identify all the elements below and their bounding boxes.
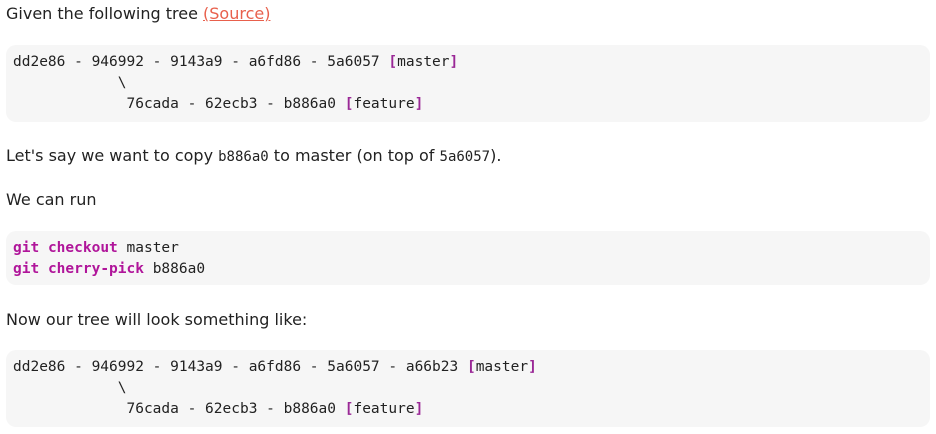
source-link[interactable]: (Source) <box>203 4 270 23</box>
command-1-git: git <box>13 240 40 256</box>
after-paragraph: Now our tree will look something like: <box>6 310 308 329</box>
tree-after-line2: \ <box>13 380 127 396</box>
tree-before-line2: \ <box>13 75 127 91</box>
intro-text: Given the following tree <box>6 4 204 23</box>
tree-after-codeblock: dd2e86 - 946992 - 9143a9 - a6fd86 - 5a60… <box>6 350 930 427</box>
bracket-open: [ <box>466 359 476 375</box>
explain-text-before: Let's say we want to copy <box>6 146 219 165</box>
run-paragraph: We can run <box>6 190 97 209</box>
command-1-arg: master <box>126 240 179 256</box>
tree-after-code: dd2e86 - 946992 - 9143a9 - a6fd86 - 5a60… <box>13 357 923 420</box>
tree-after-line3: 76cada - 62ecb3 - b886a0 <box>13 401 345 417</box>
tree-before-code: dd2e86 - 946992 - 9143a9 - a6fd86 - 5a60… <box>13 52 923 115</box>
command-2-sub: cherry-pick <box>47 261 144 277</box>
tree-before-codeblock: dd2e86 - 946992 - 9143a9 - a6fd86 - 5a60… <box>6 45 930 122</box>
commands-code: git checkout master git cherry-pick b886… <box>13 238 923 280</box>
commands-codeblock: git checkout master git cherry-pick b886… <box>6 231 930 285</box>
branch-master-label: master <box>397 54 450 70</box>
bracket-close: ] <box>414 96 424 112</box>
tree-after-line1: dd2e86 - 946992 - 9143a9 - a6fd86 - 5a60… <box>13 359 467 375</box>
bracket-close: ] <box>414 401 424 417</box>
tree-before-line3: 76cada - 62ecb3 - b886a0 <box>13 96 345 112</box>
explain-text-after: ). <box>490 146 502 165</box>
bracket-close: ] <box>449 54 459 70</box>
intro-paragraph: Given the following tree (Source) <box>6 4 270 24</box>
command-1-sub: checkout <box>47 240 118 256</box>
bracket-close: ] <box>528 359 537 375</box>
inline-code-target: 5a6057 <box>439 149 491 165</box>
explain-text-middle: to master (on top of <box>268 146 440 165</box>
inline-code-commit: b886a0 <box>218 149 269 165</box>
command-2-arg: b886a0 <box>152 261 206 277</box>
branch-master-label: master <box>475 359 529 375</box>
branch-feature-label: feature <box>353 96 415 112</box>
document: Given the following tree (Source) dd2e86… <box>0 0 936 434</box>
explain-paragraph: Let's say we want to copy b886a0 to mast… <box>6 146 501 167</box>
tree-before-line1: dd2e86 - 946992 - 9143a9 - a6fd86 - 5a60… <box>13 54 389 70</box>
command-2-git: git <box>13 261 40 277</box>
bracket-open: [ <box>388 54 398 70</box>
branch-feature-label: feature <box>353 401 415 417</box>
